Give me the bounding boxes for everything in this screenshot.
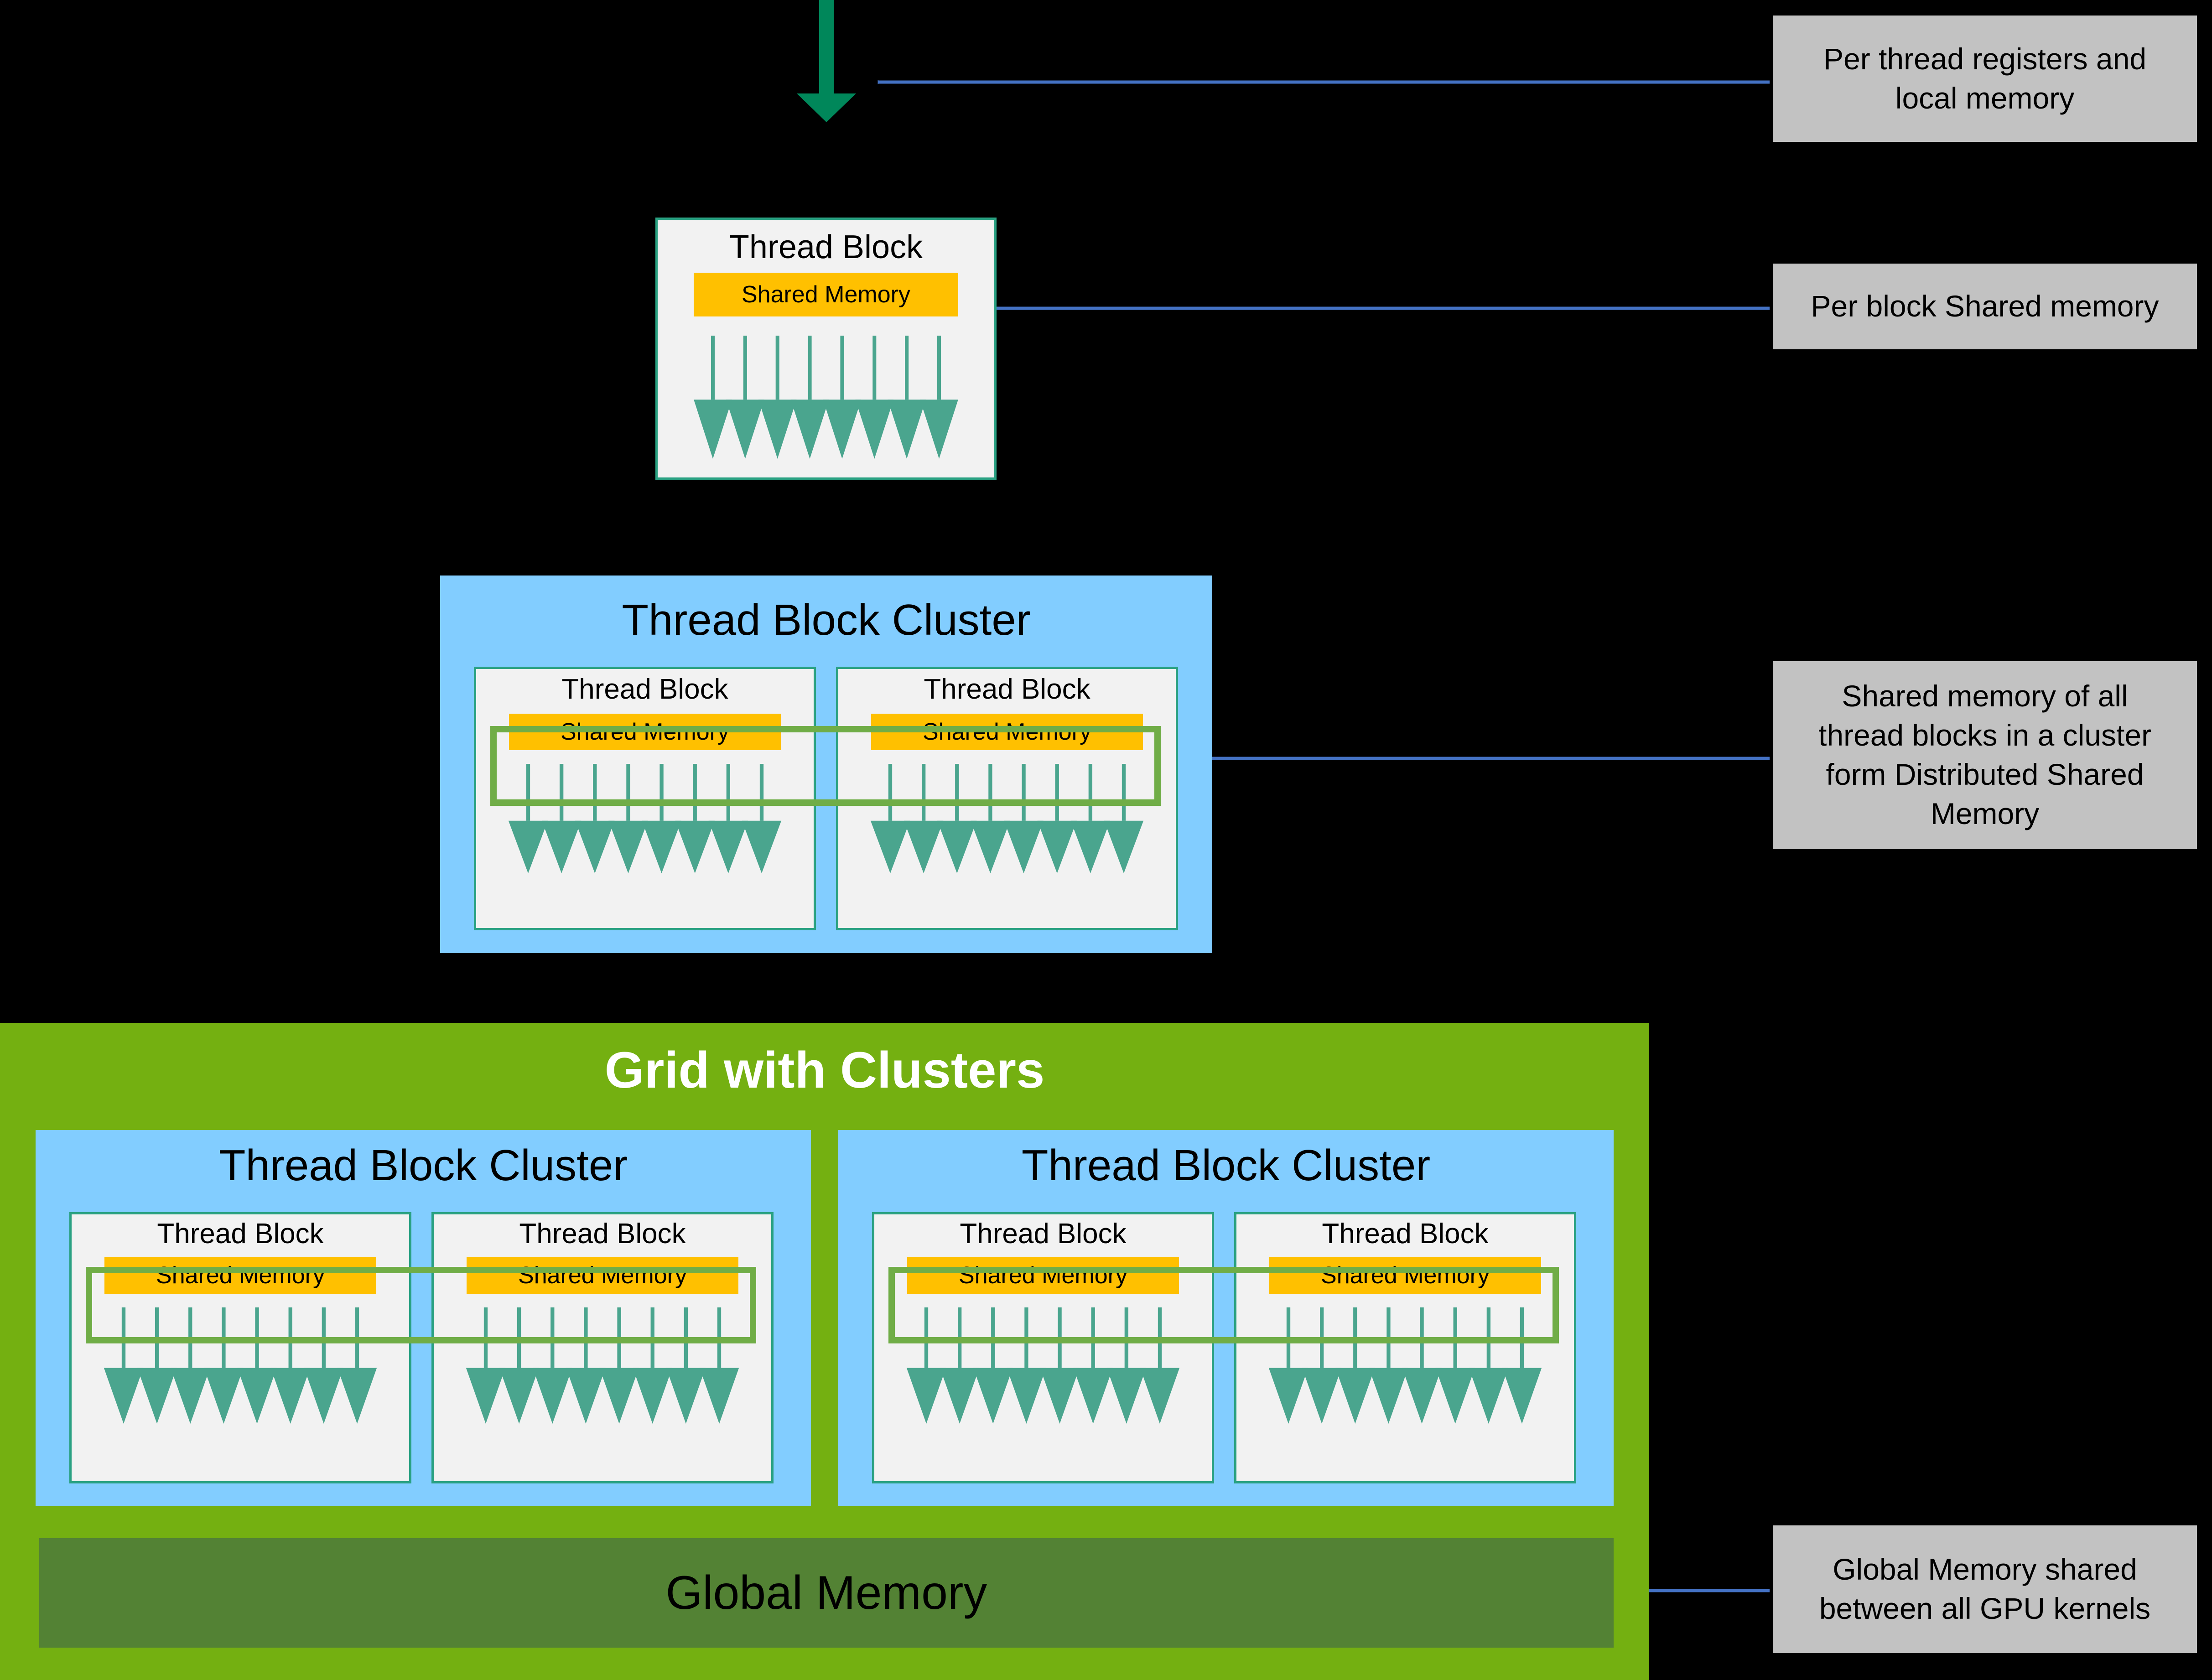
shared-memory-box: Shared Memory — [467, 1257, 738, 1294]
note-per-block-shared-memory: Per block Shared memory — [1773, 264, 2197, 349]
thread-block-top: Thread Block Shared Memory — [655, 218, 997, 480]
thread-arrows-group — [508, 764, 782, 873]
note-global-memory: Global Memory shared between all GPU ker… — [1773, 1525, 2197, 1653]
thread-arrows-group — [906, 1307, 1180, 1424]
shared-memory-box: Shared Memory — [871, 714, 1143, 750]
grid-cluster-2-thread-block-right: Thread Block Shared Memory — [1234, 1212, 1576, 1483]
cluster-thread-block-right: Thread Block Shared Memory — [836, 667, 1178, 930]
grid-cluster-1-thread-block-right: Thread Block Shared Memory — [431, 1212, 774, 1483]
cluster-thread-block-left: Thread Block Shared Memory — [474, 667, 816, 930]
cluster-title: Thread Block Cluster — [218, 1141, 628, 1190]
thread-block-title: Thread Block — [729, 229, 923, 265]
grid-with-clusters-panel: Grid with Clusters Thread Block Cluster … — [0, 1023, 1649, 1680]
shared-memory-box: Shared Memory — [907, 1257, 1179, 1294]
thread-block-title: Thread Block — [519, 1218, 686, 1250]
diagram-canvas: Per thread registers and local memory Pe… — [0, 0, 2212, 1680]
thread-arrows-group — [104, 1307, 377, 1424]
cluster-title: Thread Block Cluster — [1021, 1141, 1431, 1190]
thread-block-cluster-standalone: Thread Block Cluster Thread Block Shared… — [440, 576, 1212, 953]
note-distributed-shared-memory: Shared memory of all thread blocks in a … — [1773, 661, 2197, 849]
thread-entry-arrow — [797, 0, 856, 122]
shared-memory-box: Shared Memory — [104, 1257, 376, 1294]
thread-arrows-group — [1268, 1307, 1542, 1424]
grid-cluster-1: Thread Block Cluster Thread Block Shared… — [36, 1130, 811, 1506]
thread-block-title: Thread Block — [157, 1218, 324, 1250]
global-memory-bar: Global Memory — [39, 1538, 1614, 1648]
thread-block-title: Thread Block — [1322, 1218, 1489, 1250]
thread-block-title: Thread Block — [561, 674, 728, 705]
thread-arrows-group — [694, 336, 958, 459]
shared-memory-box: Shared Memory — [1269, 1257, 1541, 1294]
thread-block-title: Thread Block — [960, 1218, 1127, 1250]
thread-arrows-group — [466, 1307, 739, 1424]
shared-memory-box: Shared Memory — [694, 273, 958, 316]
grid-cluster-2: Thread Block Cluster Thread Block Shared… — [838, 1130, 1614, 1506]
thread-arrows-group — [870, 764, 1144, 873]
grid-cluster-2-thread-block-left: Thread Block Shared Memory — [872, 1212, 1214, 1483]
shared-memory-box: Shared Memory — [509, 714, 781, 750]
grid-cluster-1-thread-block-left: Thread Block Shared Memory — [69, 1212, 411, 1483]
note-per-thread-registers: Per thread registers and local memory — [1773, 16, 2197, 142]
thread-block-title: Thread Block — [924, 674, 1090, 705]
grid-title: Grid with Clusters — [604, 1042, 1045, 1099]
cluster-title: Thread Block Cluster — [622, 596, 1031, 644]
